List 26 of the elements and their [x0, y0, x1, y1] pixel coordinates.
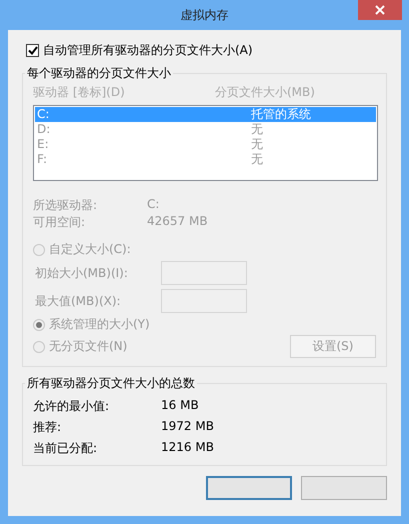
info-value: C:: [147, 197, 160, 213]
radio-label: 系统管理的大小(Y): [49, 316, 150, 333]
close-icon: [375, 5, 385, 15]
total-value: 1216 MB: [161, 440, 215, 456]
column-header: 驱动器 [卷标](D): [33, 84, 126, 101]
field-label: 最大值(MB)(X):: [35, 292, 122, 310]
group-title: 所有驱动器分页文件大小的总数: [26, 375, 196, 392]
radio-label: 自定义大小(C):: [49, 241, 131, 258]
total-value: 1972 MB: [161, 419, 215, 435]
info-label: 可用空间:: [33, 214, 86, 231]
radio-label: 无分页文件(N): [49, 338, 128, 355]
dialog-button[interactable]: [301, 476, 387, 500]
window-title: 虚拟内存: [180, 6, 228, 24]
checkbox[interactable]: [26, 44, 39, 57]
total-value: 16 MB: [161, 398, 200, 414]
group-title: 每个驱动器的分页文件大小: [26, 65, 172, 82]
info-label: 所选驱动器:: [33, 197, 98, 214]
close-button[interactable]: [358, 0, 402, 20]
dialog-button[interactable]: [206, 476, 292, 500]
info-value: 42657 MB: [147, 214, 209, 230]
checkbox-label: 自动管理所有驱动器的分页文件大小(A): [43, 42, 253, 59]
total-label: 推荐:: [33, 419, 62, 436]
field-label: 初始大小(MB)(I):: [35, 264, 129, 282]
total-label: 当前已分配:: [33, 440, 98, 457]
total-label: 允许的最小值:: [33, 398, 110, 415]
column-header: 分页文件大小(MB): [215, 84, 316, 101]
